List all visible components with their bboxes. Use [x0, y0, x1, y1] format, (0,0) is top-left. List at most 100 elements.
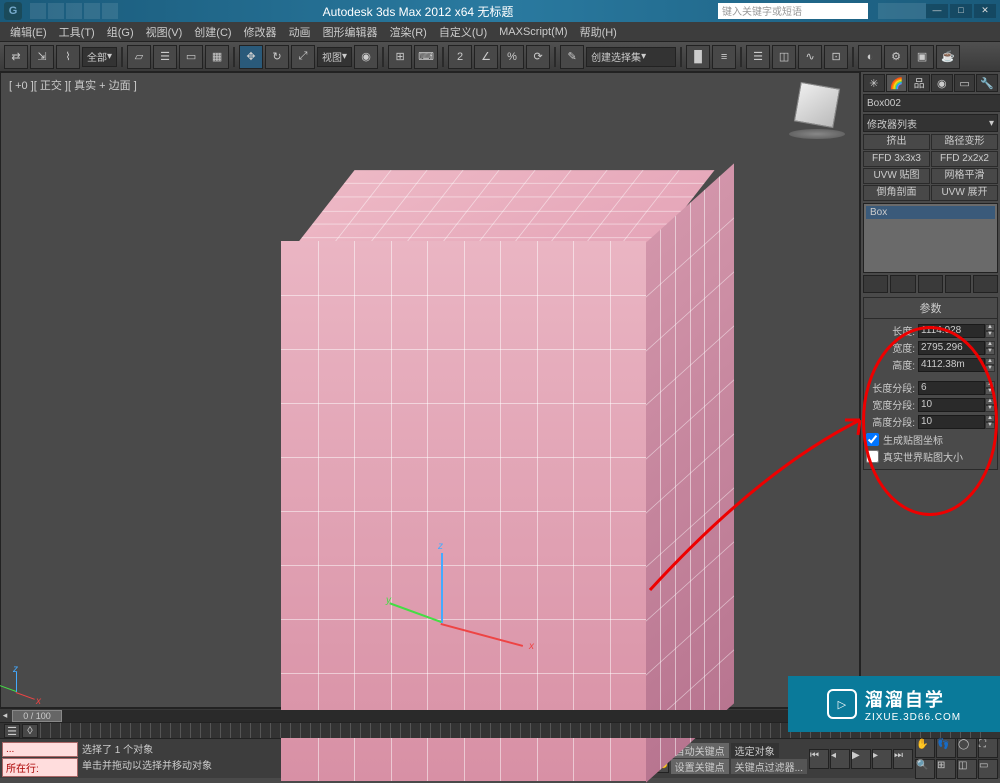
menu-customize[interactable]: 自定义(U) [433, 24, 493, 40]
utilities-tab-icon[interactable]: 🔧 [976, 74, 998, 92]
mod-uvwmap[interactable]: UVW 贴图 [863, 168, 930, 184]
gen-mapping-checkbox[interactable] [866, 433, 879, 446]
menu-animation[interactable]: 动画 [283, 24, 317, 40]
keyfilter-button[interactable]: 关键点过滤器... [731, 759, 807, 774]
mod-ffd333[interactable]: FFD 3x3x3 [863, 151, 930, 167]
viewcube[interactable] [787, 81, 847, 141]
modifier-list-dropdown[interactable]: 修改器列表▾ [863, 114, 998, 132]
gizmo-z-axis[interactable] [441, 553, 443, 623]
menu-graph-editors[interactable]: 图形编辑器 [317, 24, 384, 40]
remove-modifier-icon[interactable] [945, 275, 970, 293]
schematic-view-icon[interactable]: ⊡ [824, 45, 848, 69]
select-object-icon[interactable]: ▱ [127, 45, 151, 69]
nav-orbit-icon[interactable]: ◯ [957, 738, 977, 758]
mod-meshsmooth[interactable]: 网格平滑 [931, 168, 998, 184]
help-icon[interactable] [878, 3, 894, 19]
wsegs-input[interactable] [918, 398, 985, 412]
setkey-button[interactable]: 设置关键点 [671, 759, 729, 774]
hsegs-input[interactable] [918, 415, 985, 429]
spinner-snap-icon[interactable]: ⟳ [526, 45, 550, 69]
select-manipulate-icon[interactable]: ⊞ [388, 45, 412, 69]
material-editor-icon[interactable]: ◐ [858, 45, 882, 69]
select-region-icon[interactable]: ▭ [179, 45, 203, 69]
select-rotate-icon[interactable]: ↻ [265, 45, 289, 69]
motion-tab-icon[interactable]: ◉ [931, 74, 953, 92]
key-selset[interactable]: 选定对象 [731, 743, 779, 758]
qat-open-icon[interactable] [48, 3, 64, 19]
spin-down-icon[interactable]: ▼ [985, 331, 995, 338]
keyboard-shortcut-icon[interactable]: ⌨ [414, 45, 438, 69]
unlink-icon[interactable]: ⇲ [30, 45, 54, 69]
viewport-label[interactable]: [ +0 ][ 正交 ][ 真实 + 边面 ] [9, 77, 137, 93]
app-logo-icon[interactable]: G [4, 2, 22, 20]
minimize-button[interactable]: — [926, 4, 948, 18]
link-icon[interactable]: ⇄ [4, 45, 28, 69]
time-slider-left-icon[interactable]: ◂ [0, 710, 10, 721]
bind-space-warp-icon[interactable]: ⌇ [56, 45, 80, 69]
nav-pan-icon[interactable]: ✋ [915, 738, 935, 758]
mod-extrude[interactable]: 挤出 [863, 134, 930, 150]
snap-angle-icon[interactable]: ∠ [474, 45, 498, 69]
trackbar-toggle-icon[interactable]: ☰ [4, 724, 20, 738]
graphite-icon[interactable]: ◫ [772, 45, 796, 69]
select-scale-icon[interactable]: ⤢ [291, 45, 315, 69]
spin-up-icon[interactable]: ▲ [985, 324, 995, 331]
edit-named-sel-icon[interactable]: ✎ [560, 45, 584, 69]
create-tab-icon[interactable]: ✳ [863, 74, 885, 92]
viewcube-cube-icon[interactable] [794, 82, 840, 128]
layer-manager-icon[interactable]: ☰ [746, 45, 770, 69]
show-end-result-icon[interactable] [890, 275, 915, 293]
hierarchy-tab-icon[interactable]: 品 [908, 74, 930, 92]
mod-pathdeform[interactable]: 路径变形 [931, 134, 998, 150]
align-icon[interactable]: ≡ [712, 45, 736, 69]
trackbar-keys-icon[interactable]: ◊ [22, 724, 38, 738]
viewcube-base-icon[interactable] [789, 129, 845, 139]
lsegs-input[interactable] [918, 381, 985, 395]
mirror-icon[interactable]: ▐▌ [686, 45, 710, 69]
selection-filter-combo[interactable]: 全部 ▾ [82, 47, 117, 67]
display-tab-icon[interactable]: ▭ [954, 74, 976, 92]
pivot-center-icon[interactable]: ◉ [354, 45, 378, 69]
modifier-stack[interactable]: Box [863, 203, 998, 273]
render-icon[interactable]: ☕ [936, 45, 960, 69]
ref-coord-combo[interactable]: 视图 ▾ [317, 47, 352, 67]
snap-percent-icon[interactable]: % [500, 45, 524, 69]
real-world-checkbox[interactable] [866, 450, 879, 463]
maximize-button[interactable]: □ [950, 4, 972, 18]
viewport[interactable]: [ +0 ][ 正交 ][ 真实 + 边面 ] [0, 72, 860, 708]
configure-sets-icon[interactable] [973, 275, 998, 293]
menu-modifiers[interactable]: 修改器 [238, 24, 283, 40]
length-input[interactable] [918, 324, 985, 338]
pin-stack-icon[interactable] [863, 275, 888, 293]
menu-help[interactable]: 帮助(H) [574, 24, 623, 40]
star-icon[interactable] [894, 3, 910, 19]
nav-zoomall-icon[interactable]: ⊞ [936, 759, 956, 779]
curve-editor-icon[interactable]: ∿ [798, 45, 822, 69]
snap-2d-icon[interactable]: 2 [448, 45, 472, 69]
qat-new-icon[interactable] [30, 3, 46, 19]
help-search-input[interactable]: 键入关键字或短语 [718, 3, 868, 19]
nav-walk-icon[interactable]: 👣 [936, 738, 956, 758]
named-sel-combo[interactable]: 创建选择集 ▾ [586, 47, 676, 67]
rollout-header[interactable]: 参数 [864, 298, 997, 319]
menu-views[interactable]: 视图(V) [140, 24, 189, 40]
make-unique-icon[interactable] [918, 275, 943, 293]
qat-undo-icon[interactable] [84, 3, 100, 19]
window-crossing-icon[interactable]: ▦ [205, 45, 229, 69]
width-input[interactable] [918, 341, 985, 355]
object-name-input[interactable] [863, 94, 1000, 112]
qat-redo-icon[interactable] [102, 3, 118, 19]
mod-bevelprofile[interactable]: 倒角剖面 [863, 185, 930, 201]
nav-zoom-icon[interactable]: 🔍 [915, 759, 935, 779]
time-slider-thumb[interactable]: 0 / 100 [12, 710, 62, 722]
close-button[interactable]: ✕ [974, 4, 996, 18]
maxscript-listener[interactable]: ... 所在行: [0, 739, 80, 778]
menu-rendering[interactable]: 渲染(R) [384, 24, 433, 40]
menu-edit[interactable]: 编辑(E) [4, 24, 53, 40]
info-icon[interactable] [910, 3, 926, 19]
mod-unwrap[interactable]: UVW 展开 [931, 185, 998, 201]
menu-maxscript[interactable]: MAXScript(M) [493, 26, 573, 38]
height-input[interactable] [918, 358, 985, 372]
qat-save-icon[interactable] [66, 3, 82, 19]
menu-tools[interactable]: 工具(T) [53, 24, 101, 40]
